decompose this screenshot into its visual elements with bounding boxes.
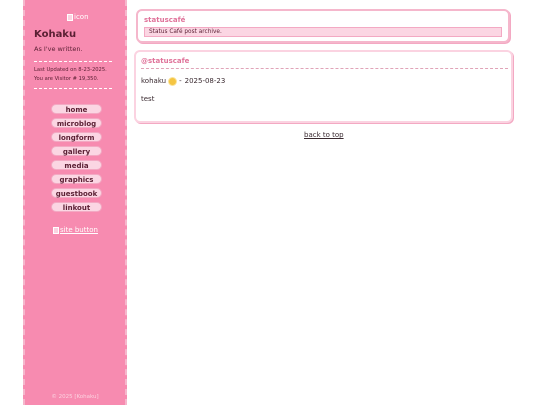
visitor-count-text: You are Visitor # 19,350. bbox=[34, 76, 99, 82]
divider bbox=[34, 88, 112, 89]
broken-image-icon bbox=[67, 13, 73, 21]
footer-copyright: © 2025 [Kohaku] bbox=[51, 394, 99, 400]
post-author: kohaku bbox=[141, 77, 167, 85]
nav-media[interactable]: media bbox=[51, 160, 102, 170]
broken-image-icon bbox=[53, 226, 59, 234]
site-tagline: As I've written. bbox=[34, 45, 83, 53]
nav-guestbook[interactable]: guestbook bbox=[51, 188, 102, 198]
status-post-card: @statuscafe kohaku - 2025-08-23 test bbox=[134, 50, 513, 123]
site-button-link[interactable]: site button bbox=[53, 226, 98, 234]
divider bbox=[141, 68, 508, 69]
last-updated-text: Last Updated on 8-23-2025. bbox=[34, 67, 107, 73]
nav-menu: home microblog longform gallery media gr… bbox=[51, 104, 102, 212]
meta-separator: - bbox=[179, 77, 182, 85]
card-title: statuscafé bbox=[144, 16, 186, 24]
update-info: Last Updated on 8-23-2025. You are Visit… bbox=[34, 66, 107, 84]
divider bbox=[34, 61, 112, 62]
post-date: 2025-08-23 bbox=[184, 77, 226, 85]
card-description: Status Café post archive. bbox=[144, 27, 502, 37]
statuscafe-header-card: statuscafé Status Café post archive. bbox=[136, 9, 510, 43]
nav-longform[interactable]: longform bbox=[51, 132, 102, 142]
nav-microblog[interactable]: microblog bbox=[51, 118, 102, 128]
post-handle[interactable]: @statuscafe bbox=[141, 57, 189, 65]
nav-graphics[interactable]: graphics bbox=[51, 174, 102, 184]
site-icon-alt: icon bbox=[74, 13, 89, 21]
nav-linkout[interactable]: linkout bbox=[51, 202, 102, 212]
site-button-alt: site button bbox=[60, 226, 98, 234]
site-icon-image: icon bbox=[67, 13, 89, 21]
nav-home[interactable]: home bbox=[51, 104, 102, 114]
back-to-top-link[interactable]: back to top bbox=[304, 131, 344, 139]
nav-gallery[interactable]: gallery bbox=[51, 146, 102, 156]
site-title: Kohaku bbox=[34, 29, 77, 40]
sidebar: icon Kohaku As I've written. Last Update… bbox=[23, 0, 127, 405]
post-meta: kohaku - 2025-08-23 bbox=[141, 77, 225, 85]
sun-emoji-icon bbox=[169, 77, 177, 85]
post-body: test bbox=[141, 95, 155, 103]
